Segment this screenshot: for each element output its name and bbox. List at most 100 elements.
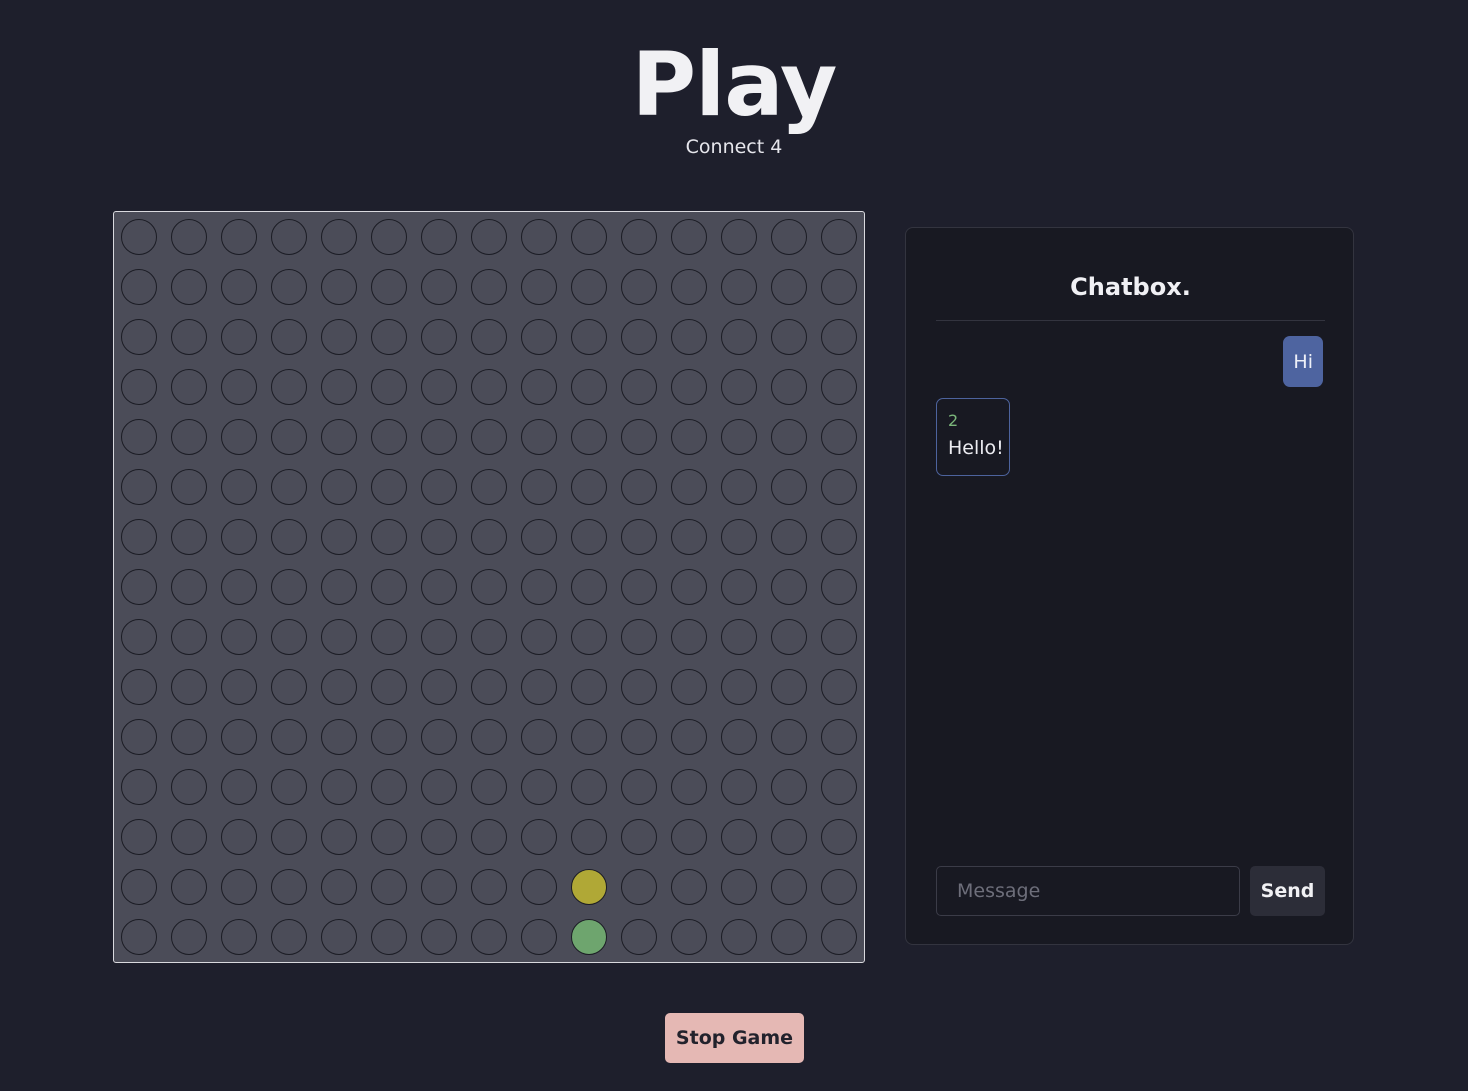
board-cell[interactable] <box>464 362 514 412</box>
board-cell[interactable] <box>414 512 464 562</box>
board-cell[interactable] <box>314 412 364 462</box>
board-cell[interactable] <box>314 562 364 612</box>
board-cell[interactable] <box>614 912 664 962</box>
board-cell[interactable] <box>814 462 864 512</box>
board-cell[interactable] <box>264 762 314 812</box>
board-cell[interactable] <box>514 612 564 662</box>
board-cell[interactable] <box>414 712 464 762</box>
board-cell[interactable] <box>114 562 164 612</box>
board-cell[interactable] <box>764 762 814 812</box>
board-cell[interactable] <box>764 862 814 912</box>
board-cell[interactable] <box>714 712 764 762</box>
board-cell[interactable] <box>264 212 314 262</box>
board-cell[interactable] <box>214 512 264 562</box>
board-cell[interactable] <box>564 312 614 362</box>
board-cell[interactable] <box>564 512 614 562</box>
board-cell[interactable] <box>114 712 164 762</box>
board-cell[interactable] <box>514 562 564 612</box>
board-cell[interactable] <box>214 812 264 862</box>
board-cell[interactable] <box>714 612 764 662</box>
board-cell[interactable] <box>564 712 614 762</box>
board-cell[interactable] <box>114 762 164 812</box>
board-cell[interactable] <box>764 212 814 262</box>
board-cell[interactable] <box>164 562 214 612</box>
board-cell[interactable] <box>614 312 664 362</box>
board-cell[interactable] <box>364 312 414 362</box>
board-cell[interactable] <box>714 762 764 812</box>
board-cell[interactable] <box>514 662 564 712</box>
board-cell[interactable] <box>664 562 714 612</box>
board-cell[interactable] <box>464 462 514 512</box>
board-cell[interactable] <box>264 262 314 312</box>
stop-game-button[interactable]: Stop Game <box>665 1013 804 1063</box>
board-cell[interactable] <box>364 612 414 662</box>
board-cell[interactable] <box>514 812 564 862</box>
board-cell[interactable] <box>614 412 664 462</box>
board-cell[interactable] <box>764 562 814 612</box>
board-cell[interactable] <box>514 462 564 512</box>
board-cell[interactable] <box>114 312 164 362</box>
board-cell[interactable] <box>714 462 764 512</box>
board-cell[interactable] <box>214 212 264 262</box>
board-cell[interactable] <box>614 362 664 412</box>
board-cell[interactable] <box>614 662 664 712</box>
board-cell[interactable] <box>664 762 714 812</box>
board-cell[interactable] <box>514 412 564 462</box>
board-cell[interactable] <box>214 712 264 762</box>
board-cell[interactable] <box>814 612 864 662</box>
board-cell[interactable] <box>214 462 264 512</box>
board-cell[interactable] <box>464 612 514 662</box>
board-cell[interactable] <box>714 212 764 262</box>
board-cell[interactable] <box>364 262 414 312</box>
board-cell[interactable] <box>564 362 614 412</box>
board-cell[interactable] <box>664 712 714 762</box>
board-cell[interactable] <box>564 862 614 912</box>
board-cell[interactable] <box>814 912 864 962</box>
board-cell[interactable] <box>714 362 764 412</box>
board-cell[interactable] <box>364 512 414 562</box>
board-cell[interactable] <box>814 212 864 262</box>
board-cell[interactable] <box>514 362 564 412</box>
board-cell[interactable] <box>114 912 164 962</box>
board-cell[interactable] <box>214 412 264 462</box>
board-cell[interactable] <box>264 912 314 962</box>
board-cell[interactable] <box>664 212 714 262</box>
board-cell[interactable] <box>564 612 614 662</box>
board-cell[interactable] <box>614 862 664 912</box>
board-cell[interactable] <box>314 262 364 312</box>
board-cell[interactable] <box>464 212 514 262</box>
board-cell[interactable] <box>164 812 214 862</box>
board-cell[interactable] <box>164 212 214 262</box>
board-cell[interactable] <box>164 862 214 912</box>
board-cell[interactable] <box>314 512 364 562</box>
board-cell[interactable] <box>214 612 264 662</box>
board-cell[interactable] <box>314 662 364 712</box>
board-cell[interactable] <box>664 912 714 962</box>
board-cell[interactable] <box>814 712 864 762</box>
board-cell[interactable] <box>164 912 214 962</box>
board-cell[interactable] <box>314 762 364 812</box>
board-cell[interactable] <box>164 362 214 412</box>
board-cell[interactable] <box>164 712 214 762</box>
board-cell[interactable] <box>414 612 464 662</box>
board-cell[interactable] <box>464 562 514 612</box>
board-cell[interactable] <box>264 362 314 412</box>
board-cell[interactable] <box>464 512 514 562</box>
board-cell[interactable] <box>364 912 414 962</box>
board-cell[interactable] <box>264 612 314 662</box>
board-cell[interactable] <box>814 662 864 712</box>
board-cell[interactable] <box>114 512 164 562</box>
board-cell[interactable] <box>564 562 614 612</box>
board-cell[interactable] <box>564 412 614 462</box>
board-cell[interactable] <box>564 662 614 712</box>
board-cell[interactable] <box>764 612 814 662</box>
board-cell[interactable] <box>464 812 514 862</box>
board-cell[interactable] <box>414 212 464 262</box>
board-cell[interactable] <box>314 812 364 862</box>
board-cell[interactable] <box>164 462 214 512</box>
board-cell[interactable] <box>414 262 464 312</box>
board-cell[interactable] <box>664 462 714 512</box>
board-cell[interactable] <box>114 812 164 862</box>
board-cell[interactable] <box>264 512 314 562</box>
board-cell[interactable] <box>364 412 414 462</box>
